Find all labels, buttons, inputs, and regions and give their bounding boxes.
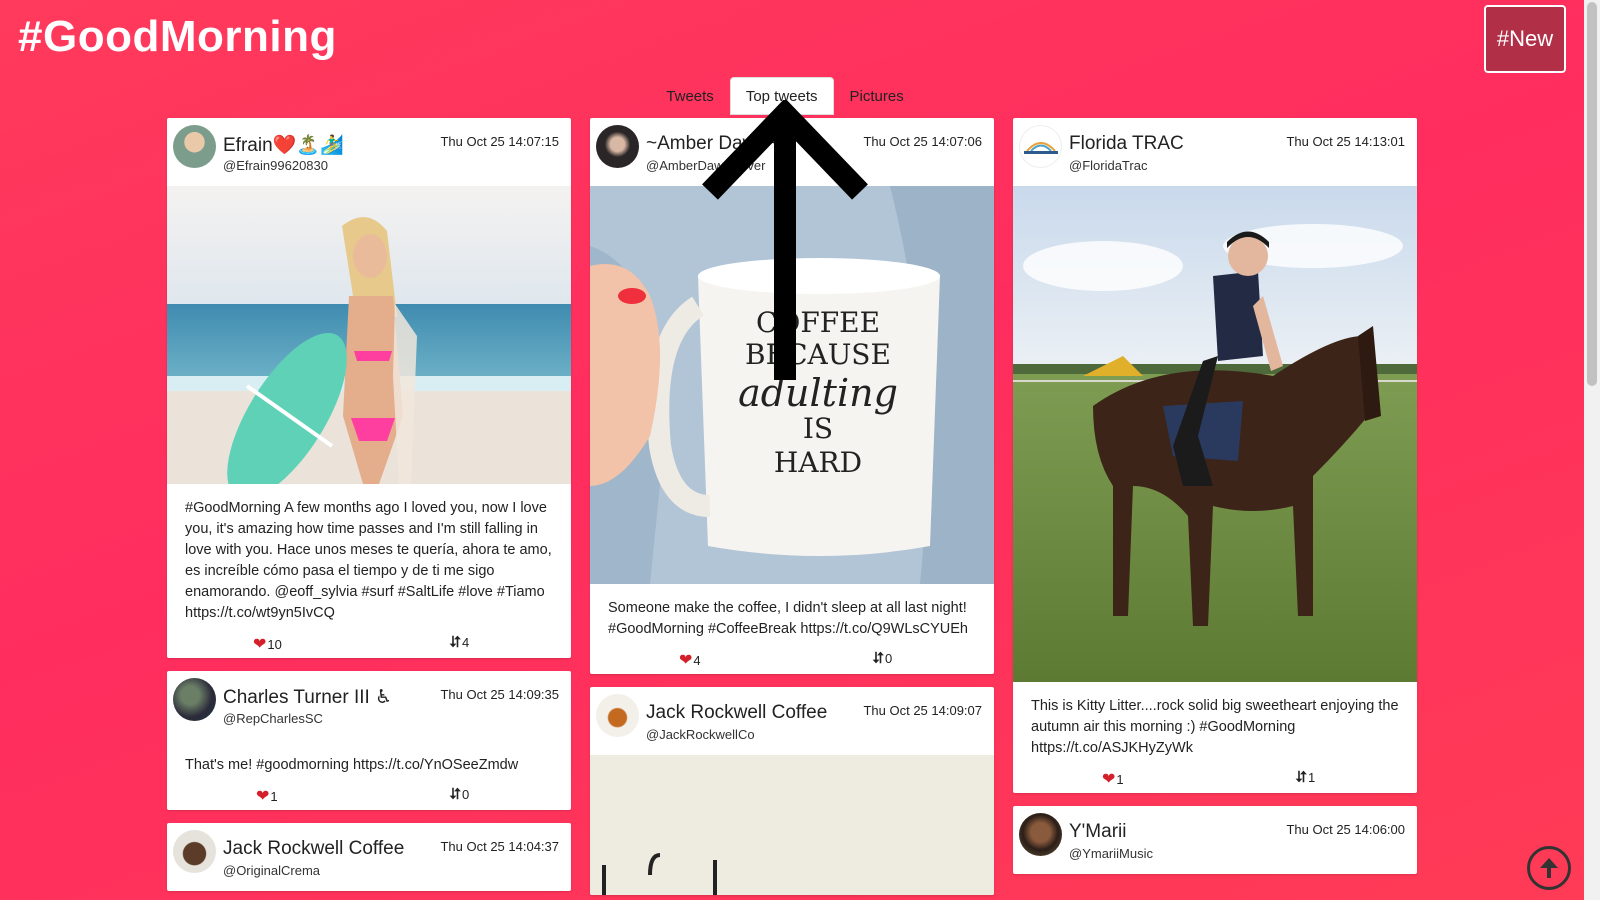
tweet-author-handle[interactable]: @OriginalCrema [223,863,320,878]
tweet-text: This is Kitty Litter....rock solid big s… [1031,698,1399,756]
retweet-count[interactable]: ⮃ 4 [449,634,469,651]
like-count[interactable]: ❤ 4 [679,650,701,670]
tweet-stats: ❤ 1 ⮃ 1 [1013,763,1417,793]
tweet-author-name[interactable]: ~Amber Dawn~ [646,133,778,155]
tweet-stats: ❤ 10 ⮃ 4 [167,628,571,658]
retweet-count-value: 1 [1308,770,1316,785]
like-count-value: 4 [693,652,701,668]
mug-text-line: HARD [774,446,862,479]
avatar[interactable] [596,125,639,168]
tweet-stats: ❤ 1 ⮃ 0 [167,780,571,810]
tab-bar: Tweets Top tweets Pictures [0,77,1570,115]
retweet-icon: ⮃ [449,786,462,803]
scrollbar[interactable] [1584,0,1600,900]
mug-text-line: BECAUSE [745,338,891,371]
avatar[interactable] [1019,125,1062,168]
tweet-card[interactable]: Y'Marii @YmariiMusic Thu Oct 25 14:06:00 [1013,806,1417,874]
retweet-icon: ⮃ [872,650,885,667]
like-count[interactable]: ❤ 10 [253,634,282,654]
tweet-author-name[interactable]: Charles Turner III ♿ [223,686,392,709]
tab-pictures[interactable]: Pictures [834,77,920,115]
tweet-timestamp: Thu Oct 25 14:09:07 [863,703,982,718]
tweet-timestamp: Thu Oct 25 14:06:00 [1286,822,1405,837]
retweet-count-value: 0 [462,787,470,802]
tweet-author-name[interactable]: Efrain❤️🏝️🏄‍♂️ [223,133,344,157]
tweet-author-handle[interactable]: @AmberDawnslover [646,158,765,173]
tweet-card[interactable]: Charles Turner III ♿ @RepCharlesSC Thu O… [167,671,571,810]
retweet-count[interactable]: ⮃ 0 [449,786,469,803]
scroll-to-top-button[interactable] [1527,846,1571,890]
tweet-stats: ❤ 4 ⮃ 0 [590,644,994,674]
florida-trac-logo [1023,141,1058,154]
tweet-author-name[interactable]: Jack Rockwell Coffee [646,702,827,724]
tweet-timestamp: Thu Oct 25 14:04:37 [440,839,559,854]
heart-icon: ❤ [1102,771,1116,788]
retweet-icon: ⮃ [449,634,462,651]
retweet-count-value: 0 [885,651,893,666]
mug-text-line: IS [803,412,833,445]
tweet-timestamp: Thu Oct 25 14:09:35 [440,687,559,702]
tweet-photo[interactable] [590,755,994,895]
tweet-timestamp: Thu Oct 25 14:07:06 [863,134,982,149]
arrow-up-circle-icon [1540,858,1558,878]
like-count-value: 1 [1116,771,1124,787]
tab-tweets[interactable]: Tweets [650,77,730,115]
mug-text-line: COFFEE [756,306,880,339]
tweet-author-name[interactable]: Jack Rockwell Coffee [223,838,404,860]
avatar[interactable] [1019,813,1062,856]
tweet-text: Someone make the coffee, I didn't sleep … [608,600,968,637]
page-title: #GoodMorning [18,12,337,61]
feed-column-3: Florida TRAC @FloridaTrac Thu Oct 25 14:… [1013,118,1417,887]
mug-text-line: adulting [738,371,898,415]
avatar[interactable] [173,125,216,168]
heart-icon: ❤ [253,636,267,653]
like-count[interactable]: ❤ 1 [1102,769,1124,789]
tweet-text: #GoodMorning A few months ago I loved yo… [185,500,552,621]
tweet-card[interactable]: Jack Rockwell Coffee @JackRockwellCo Thu… [590,687,994,895]
feed-column-1: Efrain❤️🏝️🏄‍♂️ @Efrain99620830 Thu Oct 2… [167,118,571,900]
retweet-count[interactable]: ⮃ 1 [1295,769,1315,786]
tweet-photo-horse[interactable] [1013,186,1417,682]
tweet-author-handle[interactable]: @FloridaTrac [1069,158,1147,173]
avatar[interactable] [173,678,216,721]
avatar[interactable] [596,694,639,737]
tweet-author-handle[interactable]: @RepCharlesSC [223,711,323,726]
scrollbar-thumb[interactable] [1587,2,1597,386]
retweet-count-value: 4 [462,635,470,650]
tweet-photo-coffee-mug[interactable]: COFFEE BECAUSE adulting IS HARD [590,186,994,584]
retweet-icon: ⮃ [1295,769,1308,786]
tweet-author-name[interactable]: Y'Marii [1069,821,1126,843]
avatar[interactable] [173,830,216,873]
tweet-author-handle[interactable]: @Efrain99620830 [223,158,328,173]
new-button[interactable]: #New [1484,5,1566,73]
like-count-value: 10 [267,636,282,652]
like-count[interactable]: ❤ 1 [256,786,278,806]
like-count-value: 1 [270,788,278,804]
tab-top-tweets[interactable]: Top tweets [729,77,834,115]
tweet-author-handle[interactable]: @JackRockwellCo [646,727,755,742]
tweet-author-name[interactable]: Florida TRAC [1069,133,1184,155]
tweet-card[interactable]: Efrain❤️🏝️🏄‍♂️ @Efrain99620830 Thu Oct 2… [167,118,571,658]
tweet-timestamp: Thu Oct 25 14:07:15 [440,134,559,149]
tweet-photo-beach[interactable] [167,186,571,484]
feed-column-2: ~Amber Dawn~ @AmberDawnslover Thu Oct 25… [590,118,994,900]
heart-icon: ❤ [256,788,270,805]
tweet-text: That's me! #goodmorning https://t.co/YnO… [185,757,519,773]
tweet-timestamp: Thu Oct 25 14:13:01 [1286,134,1405,149]
tweet-card[interactable]: Jack Rockwell Coffee @OriginalCrema Thu … [167,823,571,891]
tweet-card[interactable]: Florida TRAC @FloridaTrac Thu Oct 25 14:… [1013,118,1417,793]
retweet-count[interactable]: ⮃ 0 [872,650,892,667]
tweet-card[interactable]: ~Amber Dawn~ @AmberDawnslover Thu Oct 25… [590,118,994,674]
tweet-author-handle[interactable]: @YmariiMusic [1069,846,1153,861]
heart-icon: ❤ [679,652,693,669]
